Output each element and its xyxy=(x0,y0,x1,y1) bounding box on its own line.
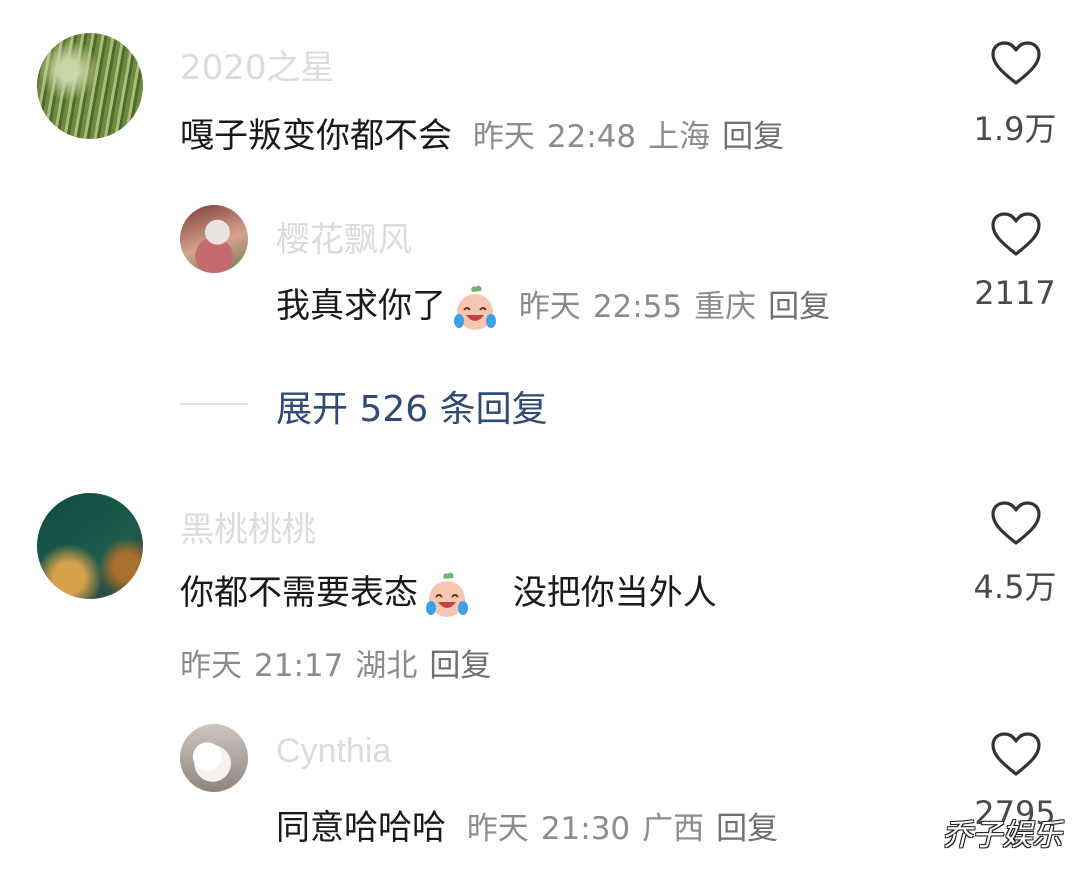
avatar[interactable] xyxy=(180,205,248,273)
watermark: 乔子娱乐 xyxy=(942,818,1062,853)
reply-button[interactable]: 回复 xyxy=(429,648,491,684)
comment-text-content: 嘎子叛变你都不会 xyxy=(180,116,452,156)
comment-date: 昨天 xyxy=(180,648,242,684)
comment-date: 昨天 xyxy=(518,289,581,325)
comment-time: 21:30 xyxy=(540,811,631,847)
comment-username[interactable]: 2020之星 xyxy=(180,40,335,89)
comment-text-content: 同意哈哈哈 xyxy=(276,808,446,848)
avatar[interactable] xyxy=(37,33,143,139)
heart-icon[interactable] xyxy=(990,40,1042,86)
comment-meta: 昨天 21:17 湖北 回复 xyxy=(180,640,503,685)
comment-time: 22:48 xyxy=(546,119,637,155)
comment-meta: 昨天 21:30 广西 回复 xyxy=(467,811,790,847)
crying-laughing-emoji-icon xyxy=(422,570,472,620)
comment-date: 昨天 xyxy=(472,119,535,155)
reply-button[interactable]: 回复 xyxy=(768,289,830,325)
comment-location: 广西 xyxy=(642,811,705,847)
heart-icon[interactable] xyxy=(990,211,1042,257)
comment-text-content: 你都不需要表态 xyxy=(180,573,418,613)
reply-button[interactable]: 回复 xyxy=(722,119,784,155)
comment-location: 湖北 xyxy=(355,648,418,684)
comment-text-continued: 没把你当外人 xyxy=(512,573,717,613)
avatar[interactable] xyxy=(37,493,143,599)
comment-time: 21:17 xyxy=(254,648,344,684)
reply-button[interactable]: 回复 xyxy=(716,811,778,847)
heart-icon[interactable] xyxy=(990,731,1042,777)
avatar[interactable] xyxy=(180,724,248,792)
comment-text: 同意哈哈哈 昨天 21:30 广西 回复 xyxy=(276,800,790,849)
comment-text: 我真求你了 昨天 22:55 重庆 回复 xyxy=(276,278,842,333)
comment-username[interactable]: Cynthia xyxy=(276,732,391,771)
comment-username[interactable]: 樱花飘风 xyxy=(276,212,412,261)
expand-divider xyxy=(180,403,248,405)
comment-time: 22:55 xyxy=(592,289,683,325)
comment-text: 嘎子叛变你都不会 昨天 22:48 上海 回复 xyxy=(180,108,796,157)
comment-location: 上海 xyxy=(648,119,711,155)
comment-location: 重庆 xyxy=(694,289,757,325)
like-count: 2117 xyxy=(974,274,1056,312)
comment-text: 你都不需要表态 没把你当外人 xyxy=(180,565,717,620)
comment-meta: 昨天 22:48 上海 回复 xyxy=(473,119,796,155)
comment-text-content: 我真求你了 xyxy=(276,286,446,326)
crying-laughing-emoji-icon xyxy=(450,283,500,333)
like-count: 4.5万 xyxy=(973,568,1057,606)
comment-date: 昨天 xyxy=(466,811,529,847)
expand-replies-button[interactable]: 展开 526 条回复 xyxy=(276,380,548,432)
comment-meta: 昨天 22:55 重庆 回复 xyxy=(519,289,842,325)
like-count: 1.9万 xyxy=(973,110,1057,148)
comment-username[interactable]: 黑桃桃桃 xyxy=(180,502,316,551)
heart-icon[interactable] xyxy=(990,500,1042,546)
